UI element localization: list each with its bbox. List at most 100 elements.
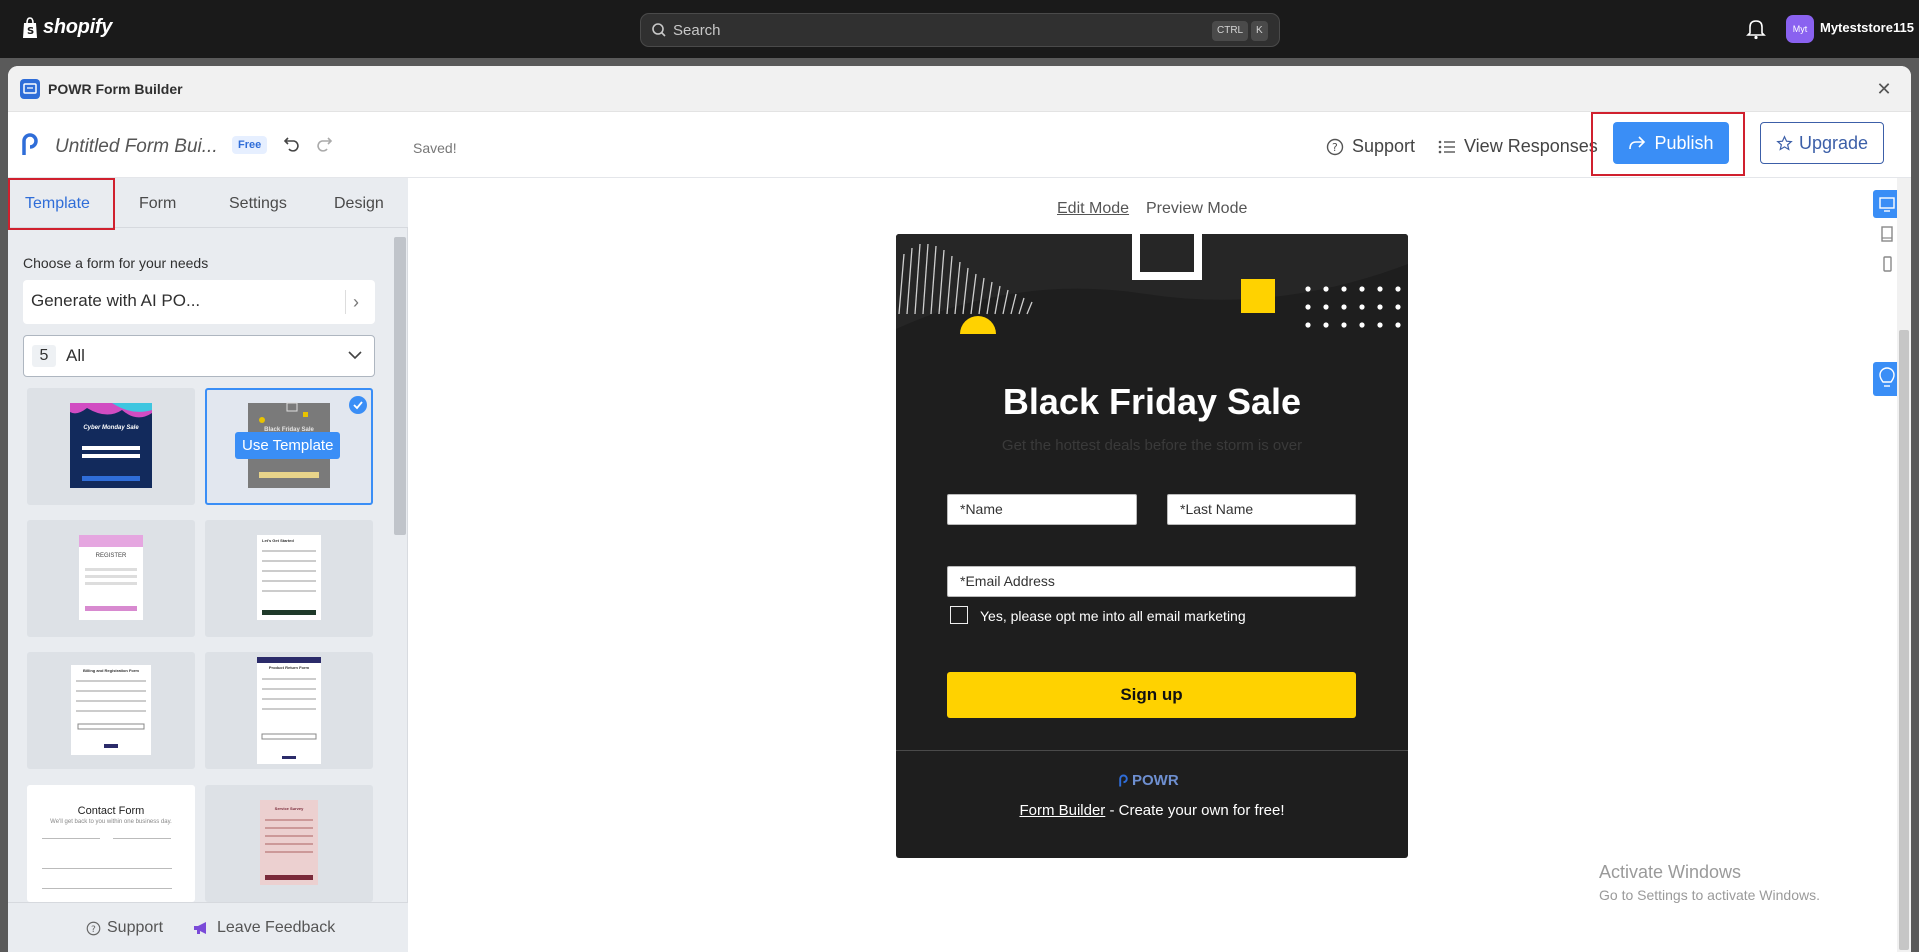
editor-tabs: Template Form Settings Design xyxy=(8,178,408,230)
template-tab-highlight-box xyxy=(8,178,115,230)
last-name-field[interactable]: *Last Name xyxy=(1167,494,1356,525)
email-field[interactable]: *Email Address xyxy=(947,566,1356,597)
template-thumb-register[interactable]: REGISTER xyxy=(27,520,195,637)
template-label: Cyber Monday Sale xyxy=(83,425,139,431)
template-thumb-product-return[interactable]: Product Return Form xyxy=(205,652,373,769)
upgrade-button[interactable]: Upgrade xyxy=(1760,122,1884,164)
template-thumb-contact[interactable]: Contact Form We'll get back to you withi… xyxy=(27,785,195,902)
leave-feedback-label: Leave Feedback xyxy=(217,919,336,936)
form-footer-text: - Create your own for free! xyxy=(1105,802,1285,819)
tab-settings[interactable]: Settings xyxy=(229,195,287,213)
template-label: Let's Get Started xyxy=(262,538,294,543)
generate-ai-button[interactable]: Generate with AI PO... › xyxy=(23,280,375,324)
template-label: Service Survey xyxy=(274,806,304,811)
kbd-k: K xyxy=(1251,21,1268,41)
editor-header: Untitled Form Bui... Free Saved! ? Suppo… xyxy=(8,112,1911,178)
svg-text:?: ? xyxy=(1332,141,1338,154)
tab-design[interactable]: Design xyxy=(334,195,384,213)
left-panel: Template Form Settings Design Choose a f… xyxy=(8,178,408,952)
template-preview-image xyxy=(70,403,152,488)
form-footer: Form Builder - Create your own for free! xyxy=(896,802,1408,819)
support-label: Support xyxy=(1352,136,1416,156)
shopify-logo[interactable]: S shopify xyxy=(20,16,112,39)
form-subtitle: Get the hottest deals before the storm i… xyxy=(1001,437,1303,454)
powr-logo-icon xyxy=(1119,774,1128,786)
activation-title: Activate Windows xyxy=(1599,862,1742,882)
template-grid: Cyber Monday Sale Black Friday Sale Use … xyxy=(8,388,396,902)
template-thumb-black-friday[interactable]: Black Friday Sale Use Template xyxy=(205,388,373,505)
filter-count: 5 xyxy=(32,345,56,367)
plan-badge: Free xyxy=(232,136,268,154)
redo-icon[interactable] xyxy=(315,134,333,152)
template-label: Billing and Registration Form xyxy=(82,668,139,673)
left-panel-scrollbar[interactable] xyxy=(394,237,406,535)
template-thumb-service-survey[interactable]: Service Survey xyxy=(205,785,373,902)
preview-area: Edit Mode Preview Mode Black Friday Sale… xyxy=(409,178,1911,952)
form-header-artwork xyxy=(896,234,1408,334)
close-icon[interactable]: ✕ xyxy=(1874,79,1894,99)
form-preview-card: Black Friday Sale Get the hottest deals … xyxy=(896,234,1408,858)
edit-mode-toggle[interactable]: Edit Mode xyxy=(1057,200,1129,218)
store-name[interactable]: Myteststore115 xyxy=(1820,20,1914,35)
use-template-button[interactable]: Use Template xyxy=(235,432,341,459)
publish-button[interactable]: Publish xyxy=(1613,122,1729,164)
support-link[interactable]: ? Support xyxy=(1326,136,1415,157)
template-thumb-cyber-monday[interactable]: Cyber Monday Sale xyxy=(27,388,195,505)
left-panel-footer: ? Support Leave Feedback xyxy=(8,902,408,952)
template-thumb-billing[interactable]: Billing and Registration Form xyxy=(27,652,195,769)
filter-value: All xyxy=(66,346,85,365)
form-title[interactable]: Untitled Form Bui... xyxy=(55,136,218,158)
megaphone-icon xyxy=(194,922,206,934)
shopify-logo-text: shopify xyxy=(43,16,113,38)
kbd-ctrl: CTRL xyxy=(1212,21,1249,41)
shopify-topbar: S shopify Search CTRL K Myt Myteststore1… xyxy=(0,0,1919,58)
template-label: Product Return Form xyxy=(268,665,310,670)
template-preview-image xyxy=(79,535,143,620)
opt-in-label: Yes, please opt me into all email market… xyxy=(980,608,1246,624)
preview-scrollbar[interactable] xyxy=(1897,178,1911,952)
divider xyxy=(345,290,346,314)
scrollbar-thumb[interactable] xyxy=(1899,330,1909,950)
notification-bell-icon[interactable] xyxy=(1746,18,1766,40)
search-icon xyxy=(652,23,666,37)
sign-up-button[interactable]: Sign up xyxy=(947,672,1356,718)
share-arrow-icon xyxy=(1629,136,1646,150)
shopify-bag-icon: S xyxy=(23,16,37,38)
tab-form[interactable]: Form xyxy=(139,195,176,213)
view-responses-label: View Responses xyxy=(1464,136,1598,156)
save-status: Saved! xyxy=(413,140,457,156)
selected-check-icon xyxy=(349,396,367,414)
chevron-down-icon xyxy=(348,351,362,360)
help-circle-icon: ? xyxy=(1326,138,1344,155)
svg-text:S: S xyxy=(27,26,34,37)
publish-label: Publish xyxy=(1654,132,1714,153)
chevron-right-icon: › xyxy=(353,292,359,312)
category-filter-select[interactable]: 5 All xyxy=(23,335,375,377)
template-preview-image xyxy=(42,838,172,889)
powr-app-window: POWR Form Builder ✕ Untitled Form Bui...… xyxy=(8,66,1911,952)
search-placeholder: Search xyxy=(673,22,721,39)
form-builder-link[interactable]: Form Builder xyxy=(1019,802,1105,819)
footer-support-link[interactable]: ? Support xyxy=(86,919,163,937)
view-responses-link[interactable]: View Responses xyxy=(1438,136,1598,157)
list-icon xyxy=(1438,140,1455,153)
template-thumb-lets-get-started[interactable]: Let's Get Started xyxy=(205,520,373,637)
opt-in-checkbox[interactable] xyxy=(950,606,968,624)
powr-brand[interactable]: POWR xyxy=(1118,772,1179,789)
search-input[interactable]: Search CTRL K xyxy=(640,13,1280,47)
generate-ai-label: Generate with AI PO... xyxy=(31,291,201,310)
undo-icon[interactable] xyxy=(283,134,301,152)
preview-mode-toggle[interactable]: Preview Mode xyxy=(1146,200,1247,218)
store-avatar[interactable]: Myt xyxy=(1786,15,1814,43)
leave-feedback-link[interactable]: Leave Feedback xyxy=(193,919,335,937)
name-field[interactable]: *Name xyxy=(947,494,1137,525)
app-title: POWR Form Builder xyxy=(48,81,183,97)
svg-text:?: ? xyxy=(91,923,96,934)
template-heading: Choose a form for your needs xyxy=(23,255,209,271)
footer-support-label: Support xyxy=(107,919,164,936)
form-title-heading: Black Friday Sale xyxy=(1002,381,1302,422)
form-footer-divider xyxy=(896,750,1408,751)
windows-activation-watermark: Activate Windows Go to Settings to activ… xyxy=(1599,862,1820,903)
help-circle-icon: ? xyxy=(86,921,101,935)
activation-subtitle: Go to Settings to activate Windows. xyxy=(1599,887,1820,903)
